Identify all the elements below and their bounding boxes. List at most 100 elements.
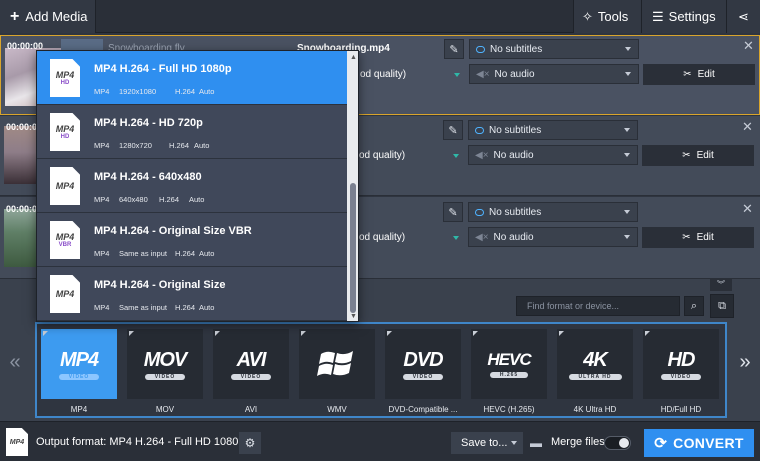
format-tile-mp4[interactable]: MP4 VIDEO (41, 329, 117, 399)
audio-select[interactable]: ◀× No audio (468, 227, 638, 247)
quality-value[interactable]: od quality) (360, 69, 406, 80)
preset-bitrate: Auto (189, 195, 205, 204)
corner-marker (387, 331, 392, 336)
preset-container: MP4 (94, 249, 110, 258)
chevron-down-icon[interactable] (453, 154, 459, 158)
rename-pencil-icon[interactable]: ✎ (443, 202, 463, 222)
quality-value[interactable]: od quality) (359, 150, 405, 161)
convert-label: CONVERT (673, 435, 744, 451)
mp4-file-icon: MP4 (50, 275, 80, 313)
preset-container: MP4 (94, 195, 110, 204)
merge-files-label: Merge files: (551, 436, 608, 448)
output-format-file-icon: MP4 (6, 428, 28, 456)
corner-marker (215, 331, 220, 336)
chevron-down-icon[interactable] (453, 236, 459, 240)
format-search-input[interactable]: Find format or device... (516, 296, 680, 316)
collapse-chevron-icon[interactable]: ︾ (710, 279, 732, 291)
share-icon: ⋖ (738, 8, 749, 24)
format-tile-hevc[interactable]: HEVC H.265 (471, 329, 547, 399)
audio-select[interactable]: ◀× No audio (468, 145, 638, 165)
save-to-label: Save to... (461, 437, 508, 449)
file-icon-label: MP4 (55, 289, 75, 299)
scroll-up-arrow-icon[interactable]: ▲ (350, 54, 357, 61)
format-pill: H.265 (489, 372, 529, 378)
search-icon[interactable]: ⌕ (684, 296, 704, 316)
tools-label: Tools (597, 9, 629, 24)
folder-icon[interactable]: ▬ (527, 432, 545, 454)
chevron-down-icon (624, 235, 630, 239)
scroll-left-arrow-icon[interactable]: « (3, 326, 27, 398)
merge-files-toggle[interactable] (604, 436, 631, 450)
add-media-button[interactable]: + Add Media (0, 0, 96, 33)
file-icon-badge: VBR (58, 242, 72, 248)
preset-bitrate: Auto (194, 141, 210, 150)
preset-bitrate: Auto (199, 303, 215, 312)
subtitles-select[interactable]: No subtitles (468, 120, 638, 140)
subtitle-bubble-icon (476, 45, 485, 53)
subtitles-select[interactable]: No subtitles (469, 39, 639, 59)
preset-codec: H.264 (175, 303, 196, 312)
format-label: MP4 (70, 405, 88, 414)
format-pill: VIDEO (402, 373, 444, 380)
top-toolbar: + Add Media ✧ Tools ☰ Settings ⋖ (0, 0, 760, 33)
chevron-down-icon (511, 441, 517, 445)
scrollbar-thumb[interactable] (350, 183, 356, 313)
scissors-icon: ✂ (683, 69, 692, 80)
quality-value[interactable]: od quality) (359, 232, 405, 243)
settings-button[interactable]: ☰ Settings (641, 0, 726, 33)
rename-pencil-icon[interactable]: ✎ (444, 39, 464, 59)
audio-select[interactable]: ◀× No audio (469, 64, 639, 84)
preset-item[interactable]: MP4 VBR MP4 H.264 - Original Size VBR MP… (37, 213, 347, 267)
preset-item[interactable]: MP4 HD MP4 H.264 - Full HD 1080p MP4 192… (37, 51, 347, 105)
format-tile-wmv[interactable] (299, 329, 375, 399)
file-icon-badge: HD (60, 134, 70, 140)
format-pill: VIDEO (230, 373, 272, 380)
preset-item[interactable]: MP4 MP4 H.264 - Original Size MP4 Same a… (37, 267, 347, 321)
format-pill: VIDEO (660, 373, 702, 380)
format-logo: MOV (143, 348, 188, 371)
chevron-down-icon[interactable] (454, 73, 460, 77)
format-tile-4k[interactable]: 4K ULTRA HD (557, 329, 633, 399)
remove-file-close-icon[interactable]: ✕ (742, 119, 753, 135)
output-format-label[interactable]: Output format: MP4 H.264 - Full HD 1080p (36, 436, 244, 448)
detect-device-icon[interactable]: ⧉ (710, 294, 734, 318)
format-tile-hd[interactable]: HD VIDEO (643, 329, 719, 399)
preset-resolution: Same as input (119, 303, 167, 312)
format-pill: ULTRA HD (568, 373, 622, 380)
preset-container: MP4 (94, 87, 110, 96)
corner-marker (301, 331, 306, 336)
format-tile-dvd[interactable]: DVD VIDEO (385, 329, 461, 399)
remove-file-close-icon[interactable]: ✕ (743, 38, 754, 54)
remove-file-close-icon[interactable]: ✕ (742, 201, 753, 217)
preset-container: MP4 (94, 141, 110, 150)
format-strip: MP4 VIDEO MP4 MOV VIDEO MOV AVI VIDEO AV… (35, 322, 727, 418)
scroll-down-arrow-icon[interactable]: ▼ (350, 313, 357, 320)
preset-title: MP4 H.264 - Original Size VBR (94, 225, 252, 237)
edit-button[interactable]: ✂ Edit (642, 227, 754, 248)
preset-codec: H.264 (175, 249, 196, 258)
preset-item[interactable]: MP4 HD MP4 H.264 - HD 720p MP4 1280x720 … (37, 105, 347, 159)
edit-button[interactable]: ✂ Edit (643, 64, 755, 85)
scroll-right-arrow-icon[interactable]: » (733, 326, 757, 398)
edit-button[interactable]: ✂ Edit (642, 145, 754, 166)
subtitles-select[interactable]: No subtitles (468, 202, 638, 222)
convert-button[interactable]: ⟳ CONVERT (644, 429, 754, 457)
format-logo: AVI (236, 348, 267, 371)
format-tile-mov[interactable]: MOV VIDEO (127, 329, 203, 399)
windows-logo-icon (317, 351, 353, 376)
speaker-muted-icon: ◀× (475, 149, 489, 161)
dropdown-scrollbar[interactable]: ▲ ▼ (347, 51, 358, 321)
preset-title: MP4 H.264 - 640x480 (94, 171, 202, 183)
rename-pencil-icon[interactable]: ✎ (443, 120, 463, 140)
gear-icon[interactable]: ⚙ (239, 432, 261, 454)
tools-button[interactable]: ✧ Tools (573, 0, 641, 33)
format-tile-avi[interactable]: AVI VIDEO (213, 329, 289, 399)
file-icon-label: MP4 (55, 232, 75, 242)
save-to-button[interactable]: Save to... (451, 432, 523, 454)
share-button[interactable]: ⋖ (726, 0, 760, 33)
preset-resolution: 1920x1080 (119, 87, 157, 96)
preset-item[interactable]: MP4 MP4 H.264 - 640x480 MP4 640x480 H.26… (37, 159, 347, 213)
settings-label: Settings (668, 9, 716, 24)
file-icon-label: MP4 (55, 124, 75, 134)
edit-label: Edit (697, 69, 715, 80)
